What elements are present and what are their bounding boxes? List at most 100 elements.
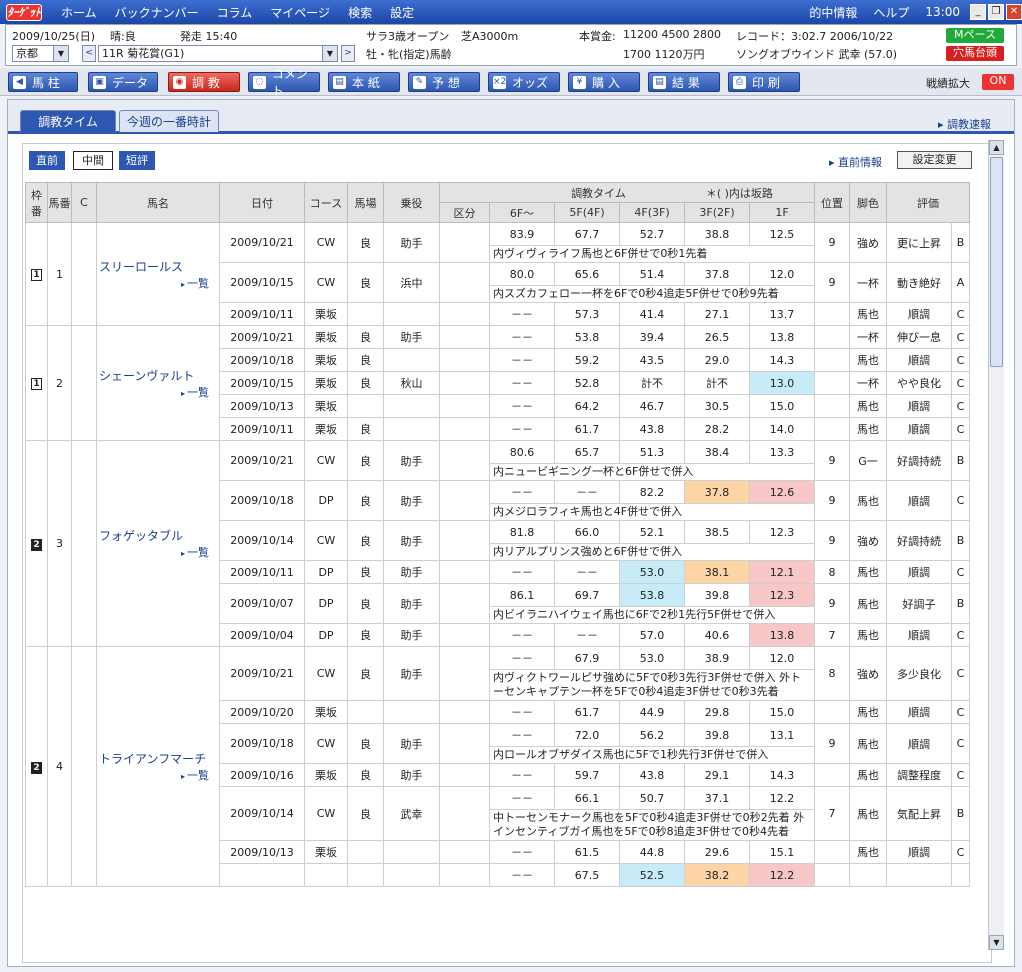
- vertical-scrollbar[interactable]: ▲ ▼: [988, 140, 1004, 950]
- comment-cell: 内ヴィヴィライフ馬也と6F併せで0秒1先着: [489, 245, 815, 263]
- horse-name-link[interactable]: トライアンフマーチ: [99, 750, 217, 767]
- horse-name-link[interactable]: シェーンヴァルト: [99, 367, 217, 384]
- menu-mypage[interactable]: マイページ: [270, 4, 330, 21]
- rider-cell: 助手: [383, 646, 440, 701]
- header-rider[interactable]: 乗役: [383, 182, 440, 223]
- table-row[interactable]: 1 1 スリーロールス ▸ 一覧 2009/10/21 CW 良助手 83.9 67.7 52.7 3…: [25, 222, 970, 326]
- horse-name-link[interactable]: スリーロールス: [99, 258, 217, 275]
- toolbar-honshi-button[interactable]: ▤ 本 紙: [328, 72, 400, 92]
- prev-race-button[interactable]: <: [82, 45, 96, 62]
- table-row[interactable]: 1 2 シェーンヴァルト ▸ 一覧 2009/10/21 栗坂良助手 －－ 53.8 39.4 26…: [25, 325, 970, 441]
- time-f3: 28.2: [684, 417, 750, 441]
- horse-list-link[interactable]: ▸ 一覧: [99, 275, 217, 291]
- minimize-icon[interactable]: _: [970, 4, 986, 20]
- toolbar-chokyo-button[interactable]: ◉ 調 教: [168, 72, 240, 92]
- header-kyaku[interactable]: 脚色: [849, 182, 887, 223]
- chevron-down-icon: ▼: [322, 46, 337, 61]
- restore-icon[interactable]: ❐: [988, 4, 1004, 20]
- record-expand-toggle[interactable]: ON: [982, 74, 1014, 90]
- rank-cell: C: [951, 840, 970, 864]
- header-c[interactable]: C: [71, 182, 97, 223]
- menu-backnumber[interactable]: バックナンバー: [115, 4, 199, 21]
- header-name[interactable]: 馬名: [96, 182, 220, 223]
- header-f1[interactable]: 1F: [749, 202, 815, 223]
- scroll-thumb[interactable]: [990, 157, 1003, 367]
- pace-badge: Mペース: [946, 28, 1004, 43]
- app-logo[interactable]: ﾀｰｹﾞｯﾄ: [6, 3, 42, 21]
- menu-home[interactable]: ホーム: [61, 4, 97, 21]
- horse-list-link[interactable]: ▸ 一覧: [99, 384, 217, 400]
- header-date[interactable]: 日付: [219, 182, 305, 223]
- header-f5[interactable]: 5F(4F): [554, 202, 620, 223]
- help-link[interactable]: ヘルプ: [873, 4, 909, 21]
- date-cell: 2009/10/13: [219, 840, 305, 864]
- time-f1: 15.0: [749, 700, 815, 724]
- next-race-button[interactable]: >: [341, 45, 355, 62]
- toolbar-umabashira-button[interactable]: ◀ 馬 柱: [8, 72, 78, 92]
- c-cell: [71, 222, 97, 326]
- table-row[interactable]: 2 4 トライアンフマーチ ▸ 一覧 2009/10/21 CW 良助手 －－ 67.9 53.0 3…: [25, 646, 970, 887]
- time-f4: 52.1: [619, 520, 685, 544]
- header-f6[interactable]: 6F〜: [489, 202, 555, 223]
- header-baba[interactable]: 馬場: [347, 182, 384, 223]
- horse-list-link[interactable]: ▸ 一覧: [99, 544, 217, 560]
- toolbar-odds-button[interactable]: ×2 オッズ: [488, 72, 560, 92]
- sub-tab-chukan[interactable]: 中間: [73, 151, 113, 170]
- header-f3[interactable]: 3F(2F): [684, 202, 750, 223]
- rank-cell: C: [951, 302, 970, 326]
- scroll-up-icon[interactable]: ▲: [989, 140, 1004, 155]
- race-select[interactable]: 11R 菊花賞(G1) ▼: [98, 45, 338, 62]
- hit-info-link[interactable]: 的中情報: [809, 4, 857, 21]
- rider-cell: [383, 840, 440, 864]
- horse-list-link[interactable]: ▸ 一覧: [99, 767, 217, 783]
- scroll-down-icon[interactable]: ▼: [989, 935, 1004, 950]
- kyaku-cell: G一: [849, 440, 887, 481]
- toolbar-yoso-button[interactable]: ✎ 予 想: [408, 72, 480, 92]
- toolbar-print-button[interactable]: ⎙ 印 刷: [728, 72, 800, 92]
- header-kubun[interactable]: 区分: [439, 202, 490, 223]
- race-date: 2009/10/25(日): [12, 30, 95, 43]
- toolbar-purchase-button[interactable]: ¥ 購 入: [568, 72, 640, 92]
- settings-change-button[interactable]: 設定変更: [897, 151, 972, 169]
- training-content: 直前 中間 短評 ▸ 直前情報 設定変更 枠番 馬番 C 馬名 日付 コース 馬場 乗役 調教タ…: [22, 143, 992, 963]
- prize-line-2: 1700 1120万円: [623, 48, 705, 61]
- date-cell: [219, 863, 305, 887]
- toolbar-data-button[interactable]: ▣ データ: [88, 72, 158, 92]
- venue-select[interactable]: 京都 ▼: [12, 45, 69, 62]
- rider-cell: 助手: [383, 623, 440, 647]
- time-f1: 12.6: [749, 480, 815, 504]
- chokuzen-info-link[interactable]: ▸ 直前情報: [829, 154, 882, 170]
- sub-tab-chokuzen[interactable]: 直前: [29, 151, 65, 170]
- evaluation-cell: 順調: [886, 623, 952, 647]
- training-news-link[interactable]: ▸ 調教速報: [938, 116, 991, 132]
- header-uma[interactable]: 馬番: [47, 182, 72, 223]
- menu-search[interactable]: 検索: [348, 4, 372, 21]
- baba-cell: 良: [347, 723, 384, 764]
- tab-weekly-best[interactable]: 今週の一番時計: [119, 110, 219, 132]
- tab-training-time[interactable]: 調教タイム: [20, 110, 116, 132]
- header-eval[interactable]: 評価: [886, 182, 970, 223]
- toolbar-comment-button[interactable]: ◌ コメント: [248, 67, 320, 98]
- header-course[interactable]: コース: [304, 182, 348, 223]
- table-row[interactable]: 2 3 フォゲッタブル ▸ 一覧 2009/10/21 CW 良助手 80.6 65.7 51.3 3…: [25, 440, 970, 647]
- sub-tab-tanpyo[interactable]: 短評: [119, 151, 155, 170]
- course-cell: 栗坂: [304, 302, 348, 326]
- main-menu: ホーム バックナンバー コラム マイページ 検索 設定: [52, 4, 423, 21]
- horse-name-link[interactable]: フォゲッタブル: [99, 527, 217, 544]
- header-waku[interactable]: 枠番: [25, 182, 48, 223]
- waku-cell: 1: [25, 325, 48, 441]
- kubun-cell: [439, 700, 490, 724]
- close-icon[interactable]: ✕: [1006, 4, 1022, 20]
- menu-settings[interactable]: 設定: [390, 4, 414, 21]
- position-cell: [814, 371, 850, 395]
- menu-column[interactable]: コラム: [217, 4, 253, 21]
- baba-cell: 良: [347, 583, 384, 624]
- kubun-cell: [439, 262, 490, 303]
- toolbar-result-button[interactable]: ▤ 結 果: [648, 72, 720, 92]
- header-pos[interactable]: 位置: [814, 182, 850, 223]
- time-f3: 39.8: [684, 723, 750, 747]
- header-f4[interactable]: 4F(3F): [619, 202, 685, 223]
- time-f5: 64.2: [554, 394, 620, 418]
- baba-cell: 良: [347, 786, 384, 841]
- c-cell: [71, 325, 97, 441]
